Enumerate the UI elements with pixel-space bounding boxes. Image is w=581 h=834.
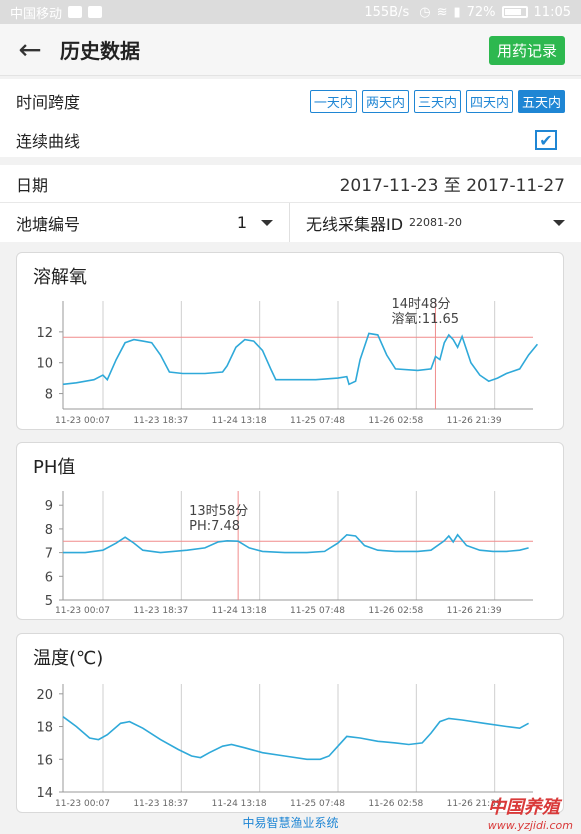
pond-value: 1 bbox=[236, 213, 247, 232]
message-icon bbox=[88, 6, 103, 18]
collector-label: 无线采集器ID bbox=[306, 214, 404, 234]
temperature-chart: 11-23 00:07 11-23 18:37 11-24 13:18 11-25 0… bbox=[36, 684, 533, 809]
tooltip-text: PH:7.48 bbox=[189, 519, 240, 534]
y-tick-label: 14 bbox=[36, 786, 53, 801]
time-span-option[interactable]: 四天内 bbox=[465, 89, 513, 113]
time-span-label: 时间跨度 bbox=[16, 93, 81, 112]
dissolved-oxygen-chart: 11-23 00:07 11-23 18:37 11-24 13:18 11-25 0… bbox=[36, 297, 539, 426]
ph-chart: 11-23 00:07 11-23 18:37 11-24 13:18 11-25 0… bbox=[45, 491, 533, 616]
chevron-down-icon bbox=[553, 219, 565, 226]
x-tick-label: 11-23 00:07 bbox=[55, 416, 110, 426]
page-title: 历史数据 bbox=[60, 39, 140, 63]
tooltip-text: 13时58分 bbox=[189, 504, 248, 519]
series-line bbox=[63, 533, 529, 554]
series-line bbox=[62, 716, 529, 761]
wifi-icon: ≋ bbox=[436, 4, 448, 20]
y-tick-label: 18 bbox=[36, 721, 53, 736]
x-tick-label: 11-25 07:48 bbox=[290, 799, 345, 809]
x-tick-label: 11-26 21:39 bbox=[447, 606, 502, 616]
carrier-label: 中国移动 bbox=[10, 6, 63, 22]
time-span-option[interactable]: 五天内 bbox=[517, 89, 565, 113]
x-tick-label: 11-25 07:48 bbox=[290, 416, 345, 426]
y-tick-label: 8 bbox=[45, 523, 53, 538]
time-span-options: 一天内 两天内 三天内 四天内 五天内 bbox=[309, 89, 565, 113]
pond-row: 池塘编号 1 无线采集器ID 22081-20 bbox=[0, 202, 581, 242]
watermark: 中国养殖 www.yzjidi.com bbox=[488, 793, 573, 832]
dissolved-oxygen-card: 溶解氧 11-23 00:07 11-23 18:37 11-24 13:18 11-… bbox=[16, 252, 564, 430]
clock: 11:05 bbox=[533, 4, 571, 20]
y-tick-label: 20 bbox=[36, 688, 53, 703]
x-tick-label: 11-26 02:58 bbox=[368, 416, 423, 426]
y-tick-label: 12 bbox=[36, 326, 53, 341]
time-span-row: 时间跨度 一天内 两天内 三天内 四天内 五天内 bbox=[0, 79, 581, 123]
chevron-down-icon bbox=[261, 219, 273, 226]
battery-icon bbox=[501, 6, 528, 18]
x-tick-label: 11-23 18:37 bbox=[133, 416, 188, 426]
pond-label: 池塘编号 bbox=[16, 214, 81, 234]
notification-icon bbox=[68, 6, 83, 18]
time-span-option[interactable]: 一天内 bbox=[309, 89, 357, 113]
pond-selector[interactable]: 池塘编号 1 bbox=[0, 203, 290, 242]
x-tick-label: 11-23 00:07 bbox=[55, 799, 110, 809]
date-label: 日期 bbox=[16, 175, 49, 195]
temperature-card: 温度(℃) 11-23 00:07 11-23 18:37 11-24 13:18 1… bbox=[16, 633, 564, 813]
alarm-icon: ◷ bbox=[419, 4, 431, 20]
x-tick-label: 11-24 13:18 bbox=[212, 416, 267, 426]
x-tick-label: 11-24 13:18 bbox=[212, 606, 267, 616]
watermark-url: www.yzjidi.com bbox=[487, 819, 573, 832]
x-tick-label: 11-26 02:58 bbox=[368, 606, 423, 616]
back-arrow-icon[interactable]: ← bbox=[0, 24, 60, 76]
y-tick-label: 9 bbox=[45, 499, 53, 514]
date-row: 日期 2017-11-23 至 2017-11-27 bbox=[0, 165, 581, 202]
collector-value: 22081-20 bbox=[409, 216, 463, 229]
tooltip-text: 14时48分 bbox=[391, 297, 450, 312]
time-span-option[interactable]: 三天内 bbox=[413, 89, 461, 113]
y-tick-label: 6 bbox=[45, 570, 53, 585]
status-bar: 中国移动 155B/s ◷ ≋ ▮ 72% 11:05 bbox=[0, 0, 581, 24]
series-line bbox=[62, 332, 539, 386]
y-tick-label: 8 bbox=[45, 388, 53, 403]
ph-card: PH值 11-23 00:07 11-23 18:37 11-24 13:18 11-… bbox=[16, 442, 564, 620]
collector-selector[interactable]: 无线采集器ID 22081-20 bbox=[290, 203, 581, 242]
battery-percent: 72% bbox=[466, 4, 496, 20]
x-tick-label: 11-23 00:07 bbox=[55, 606, 110, 616]
network-speed: 155B/s bbox=[364, 4, 410, 20]
x-tick-label: 11-26 21:39 bbox=[447, 416, 502, 426]
y-tick-label: 10 bbox=[36, 357, 53, 372]
x-tick-label: 11-26 02:58 bbox=[368, 799, 423, 809]
time-span-option[interactable]: 两天内 bbox=[361, 89, 409, 113]
signal-icon: ▮ bbox=[453, 4, 461, 20]
tooltip-text: 溶氧:11.65 bbox=[391, 312, 459, 327]
continuous-curve-row: 连续曲线 ✔ bbox=[0, 123, 581, 157]
watermark-text: 中国养殖 bbox=[487, 797, 560, 818]
x-tick-label: 11-25 07:48 bbox=[290, 606, 345, 616]
x-tick-label: 11-24 13:18 bbox=[212, 799, 267, 809]
medication-record-button[interactable]: 用药记录 bbox=[488, 36, 565, 65]
y-tick-label: 16 bbox=[36, 753, 53, 768]
x-tick-label: 11-23 18:37 bbox=[133, 606, 188, 616]
continuous-curve-label: 连续曲线 bbox=[16, 132, 81, 151]
x-tick-label: 11-23 18:37 bbox=[133, 799, 188, 809]
continuous-curve-checkbox[interactable]: ✔ bbox=[535, 130, 557, 150]
date-range-value[interactable]: 2017-11-23 至 2017-11-27 bbox=[340, 171, 565, 196]
app-bar: ← 历史数据 用药记录 bbox=[0, 24, 581, 76]
y-tick-label: 7 bbox=[45, 547, 53, 562]
y-tick-label: 5 bbox=[45, 594, 53, 609]
